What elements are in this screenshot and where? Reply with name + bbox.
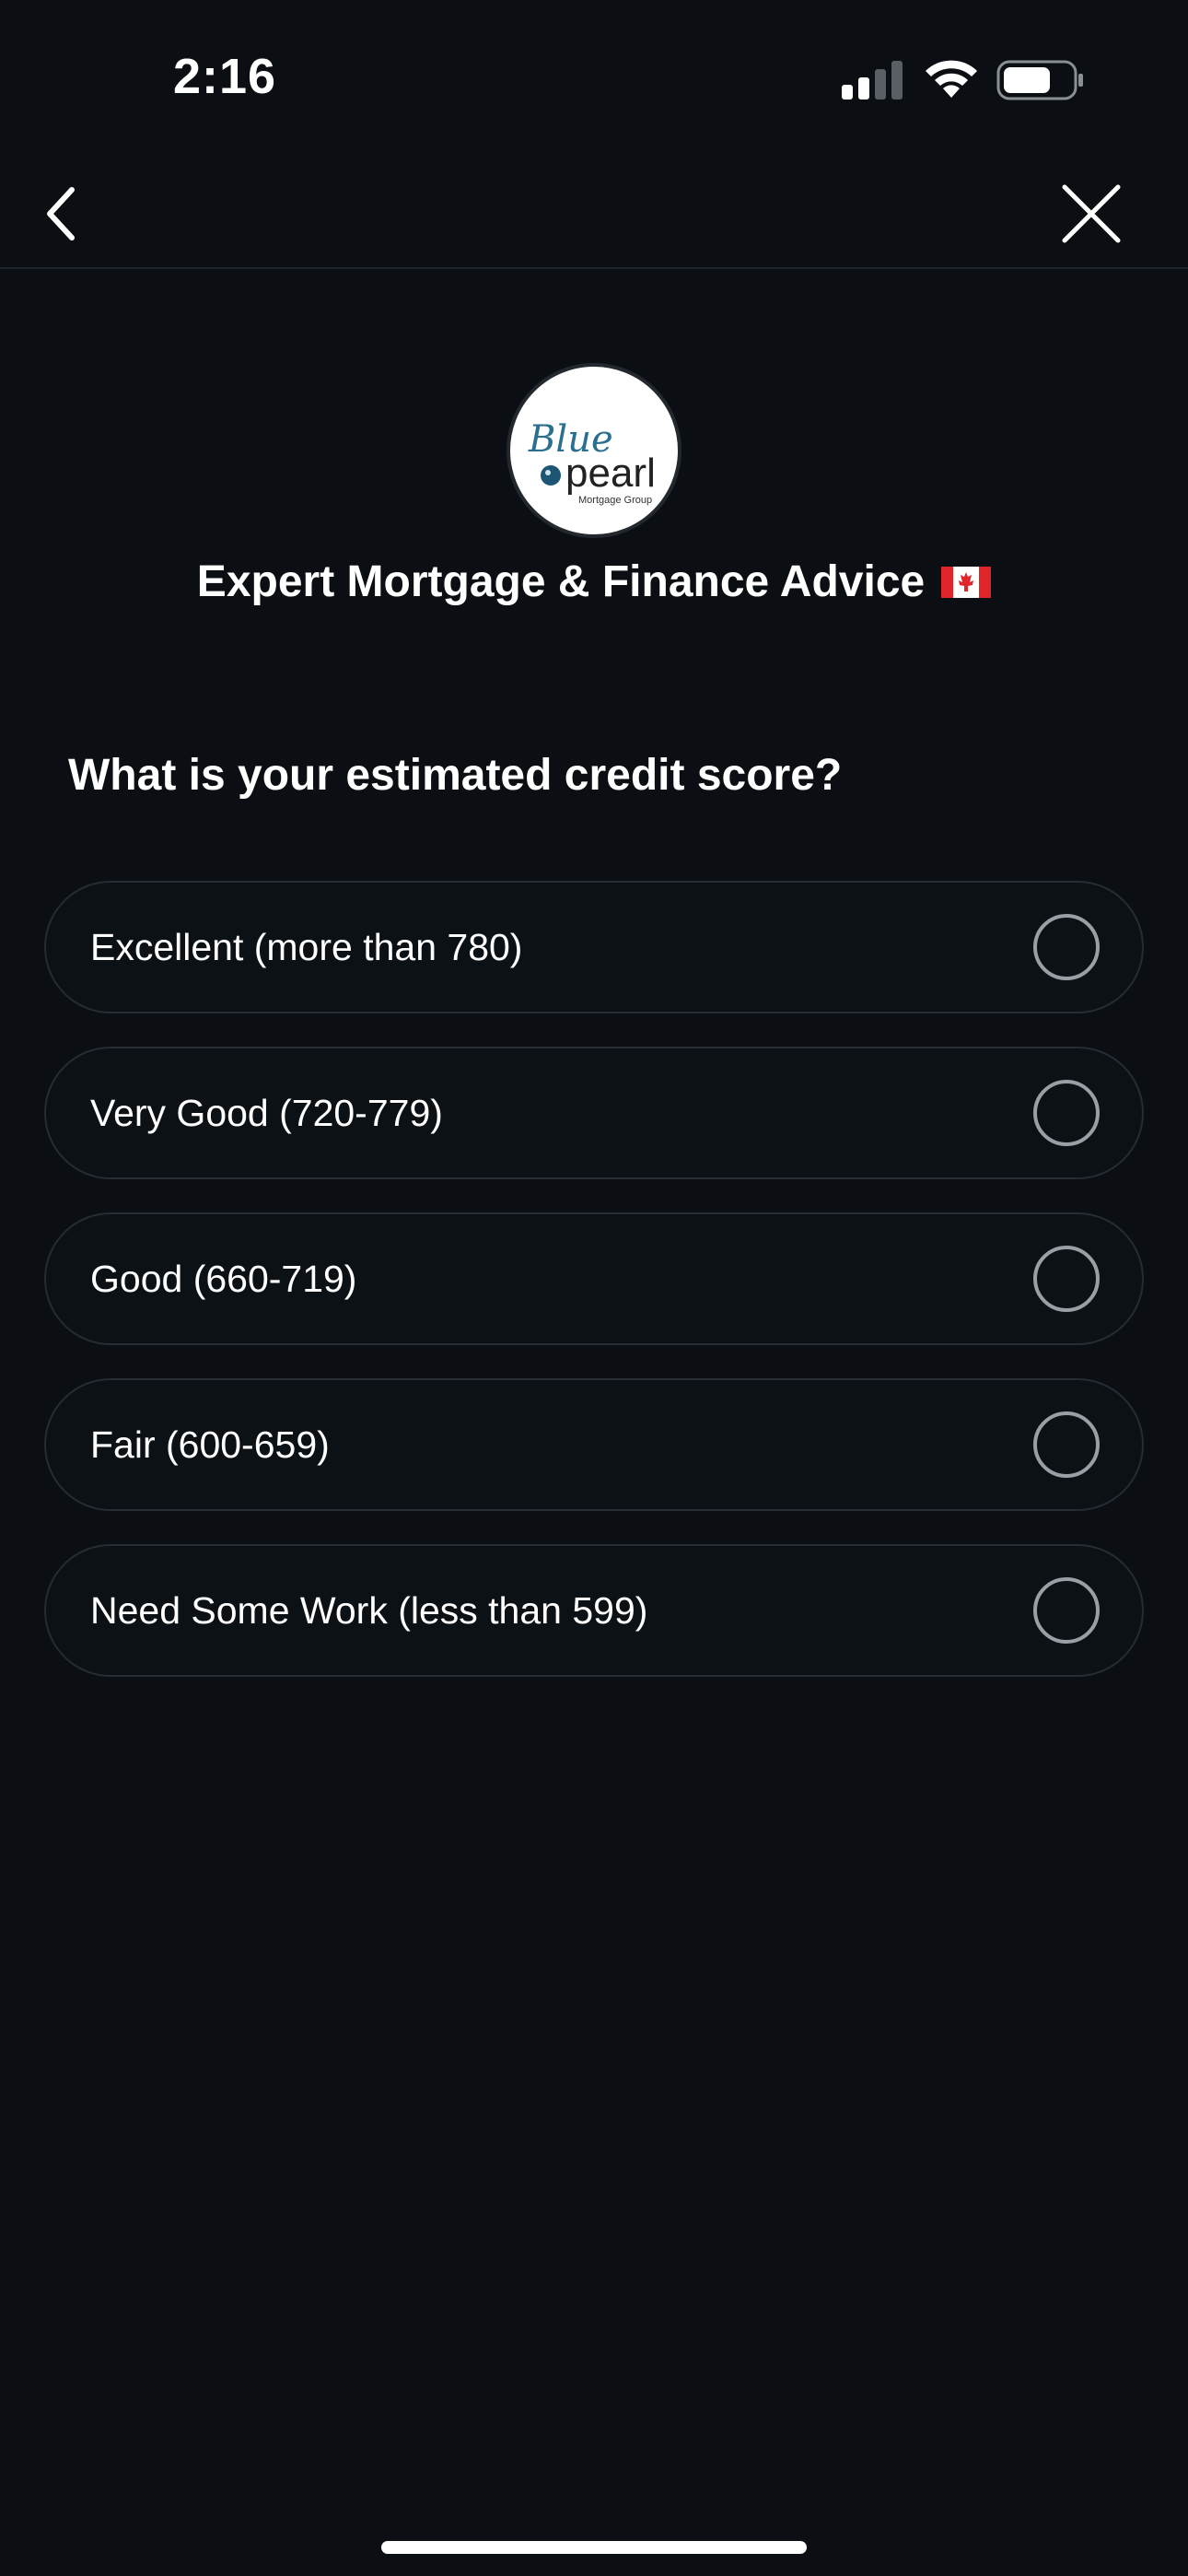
- top-navigation-bar: [0, 157, 1188, 269]
- question-heading: What is your estimated credit score?: [68, 751, 843, 800]
- page-title: Expert Mortgage & Finance Advice: [0, 556, 1188, 607]
- option-excellent[interactable]: Excellent (more than 780): [44, 881, 1144, 1013]
- option-label: Fair (600-659): [90, 1423, 330, 1466]
- canada-flag-icon: [941, 566, 992, 598]
- radio-button[interactable]: [1033, 914, 1100, 980]
- radio-button[interactable]: [1033, 1411, 1100, 1478]
- status-time: 2:16: [173, 49, 277, 104]
- logo-subtext: Mortgage Group: [578, 495, 652, 506]
- radio-button[interactable]: [1033, 1080, 1100, 1146]
- radio-button[interactable]: [1033, 1577, 1100, 1644]
- home-indicator[interactable]: [381, 2541, 807, 2554]
- back-button[interactable]: [24, 177, 98, 251]
- blue-pearl-logo-icon: Blue pearl Mortgage Group: [528, 418, 656, 506]
- option-very-good[interactable]: Very Good (720-779): [44, 1047, 1144, 1179]
- company-logo: Blue pearl Mortgage Group: [507, 363, 681, 538]
- status-bar: 2:16: [0, 0, 1188, 157]
- option-fair[interactable]: Fair (600-659): [44, 1378, 1144, 1511]
- option-need-some-work[interactable]: Need Some Work (less than 599): [44, 1544, 1144, 1677]
- close-button[interactable]: [1061, 175, 1122, 252]
- option-label: Need Some Work (less than 599): [90, 1589, 648, 1632]
- credit-score-options: Excellent (more than 780) Very Good (720…: [44, 881, 1144, 1710]
- logo-main-text: pearl: [565, 451, 656, 496]
- page-title-text: Expert Mortgage & Finance Advice: [196, 557, 926, 606]
- option-label: Very Good (720-779): [90, 1092, 443, 1134]
- battery-icon: [996, 60, 1083, 100]
- option-label: Excellent (more than 780): [90, 926, 523, 968]
- cellular-signal-icon: [842, 61, 903, 100]
- chevron-left-icon: [47, 187, 75, 240]
- option-good[interactable]: Good (660-719): [44, 1212, 1144, 1345]
- option-label: Good (660-719): [90, 1258, 357, 1300]
- wifi-icon: [926, 60, 977, 98]
- radio-button[interactable]: [1033, 1246, 1100, 1312]
- close-icon: [1062, 184, 1121, 243]
